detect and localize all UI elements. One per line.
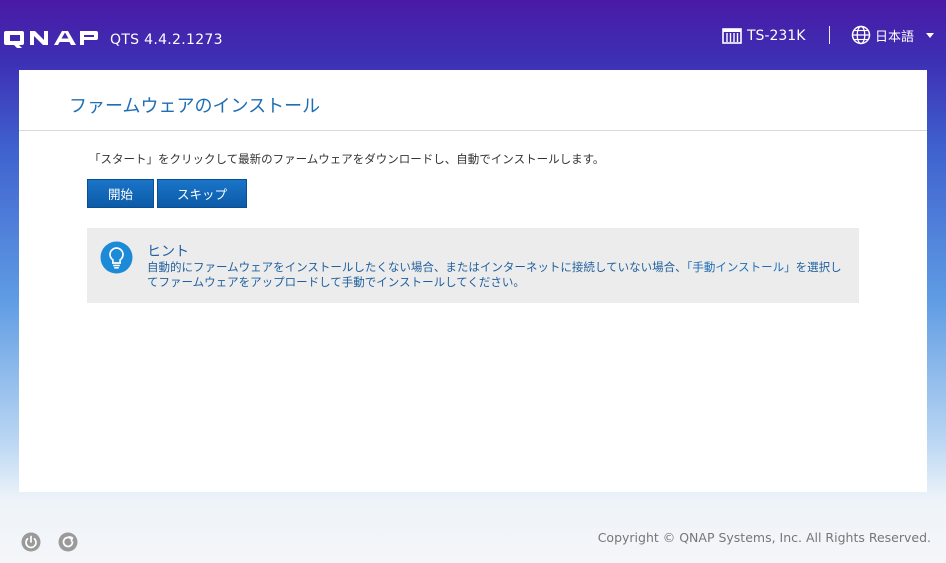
firmware-version: QTS 4.4.2.1273 [110, 32, 223, 48]
device-name: TS-231K [722, 26, 805, 46]
hint-box: ヒント 自動的にファームウェアをインストールしたくない場合、またはインターネット… [87, 228, 859, 303]
device-name-label: TS-231K [747, 28, 806, 44]
language-label: 日本語 [875, 29, 915, 45]
power-icon[interactable] [21, 532, 41, 552]
skip-button[interactable]: スキップ [157, 179, 247, 208]
chevron-down-icon [926, 32, 935, 38]
hint-title: ヒント [147, 244, 189, 260]
qnap-logo [4, 31, 98, 48]
language-selector[interactable]: 日本語 [851, 25, 935, 45]
title-divider [19, 130, 927, 131]
hint-text-part: 自動的にファームウェアをインストールしたくない場合、またはインターネットに接続し… [147, 260, 687, 274]
header-divider [829, 26, 830, 44]
hint-text: 自動的にファームウェアをインストールしたくない場合、またはインターネットに接続し… [147, 260, 849, 289]
copyright-text: Copyright © QNAP Systems, Inc. All Right… [597, 530, 931, 545]
refresh-icon[interactable] [58, 532, 78, 552]
install-description: 「スタート」をクリックして最新のファームウェアをダウンロードし、自動でインストー… [89, 152, 605, 166]
page-title: ファームウェアのインストール [69, 96, 321, 117]
firmware-install-panel: ファームウェアのインストール 「スタート」をクリックして最新のファームウェアをダ… [19, 70, 927, 492]
start-button[interactable]: 開始 [87, 179, 154, 208]
globe-icon [851, 25, 871, 45]
manual-install-link[interactable]: 「手動インストール」 [687, 260, 796, 274]
top-bar: QTS 4.4.2.1273 TS-231K 日本語 [0, 0, 946, 70]
lightbulb-icon [100, 241, 133, 274]
nas-device-icon [722, 28, 742, 44]
